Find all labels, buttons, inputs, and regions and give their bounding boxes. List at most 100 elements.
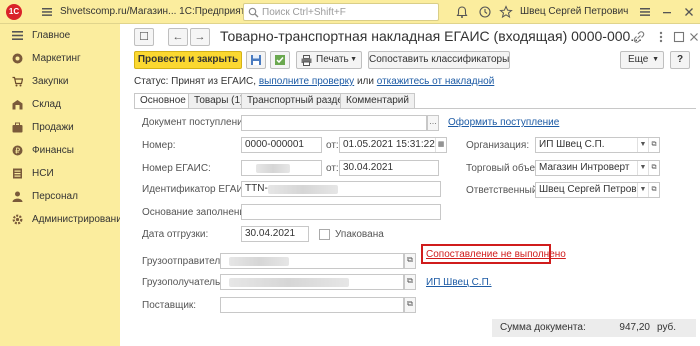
create-receipt-link[interactable]: Оформить поступление [448, 117, 559, 128]
open-supplier-button[interactable]: ⧉ [404, 297, 416, 313]
status-line: Статус: Принят из ЕГАИС, выполните прове… [134, 76, 494, 87]
consignee-field[interactable] [220, 274, 404, 290]
total-value: 947,20 [619, 322, 650, 333]
more-icon[interactable] [654, 30, 668, 44]
marketing-icon [12, 53, 23, 64]
app-title: Shvetscomp.ru/Магазин... 1С:Предприятие [60, 6, 257, 17]
responsible-label: Ответственный [466, 185, 538, 196]
match-not-done-link[interactable]: Сопоставление не выполнено [426, 249, 566, 260]
sidebar-item-finance[interactable]: ₽ Финансы [0, 140, 120, 162]
status-text: Принят из ЕГАИС, [171, 76, 257, 87]
open-icon[interactable]: ⧉ [648, 138, 659, 152]
search-box[interactable] [243, 3, 439, 21]
open-consignee-button[interactable]: ⧉ [404, 274, 416, 290]
egais-number-field[interactable] [241, 160, 322, 176]
number-field[interactable]: 0000-000001 [241, 137, 322, 153]
sidebar-item-label: Персонал [32, 191, 78, 202]
shipper-field[interactable] [220, 253, 404, 269]
org-label: Организация: [466, 140, 530, 151]
close-icon[interactable] [687, 30, 700, 44]
sidebar-item-label: Администрирование [32, 214, 128, 225]
sidebar-item-main[interactable]: Главное [0, 25, 120, 47]
warehouse-icon [12, 100, 23, 110]
sales-icon [12, 122, 23, 133]
close-icon[interactable] [682, 5, 696, 19]
user-name[interactable]: Швец Сергей Петрович [520, 6, 628, 17]
chevron-down-icon[interactable]: ▼ [637, 183, 648, 197]
save-icon [251, 55, 261, 65]
catalog-icon [13, 168, 22, 179]
open-icon[interactable]: ⧉ [648, 183, 659, 197]
search-input[interactable] [262, 6, 432, 18]
sidebar-item-label: Маркетинг [32, 53, 81, 64]
personnel-icon [12, 191, 23, 202]
bell-icon[interactable] [455, 5, 469, 19]
open-shipper-button[interactable]: ⧉ [404, 253, 416, 269]
egais-date-field[interactable]: 30.04.2021 [339, 160, 439, 176]
tab-main[interactable]: Основное [134, 93, 192, 109]
reject-link[interactable]: откажитесь от накладной [377, 76, 495, 87]
tab-comment[interactable]: Комментарий [340, 93, 415, 109]
fill-basis-field[interactable] [241, 204, 441, 220]
forward-button[interactable]: → [190, 28, 210, 46]
ship-date-field[interactable]: 30.04.2021 [241, 226, 309, 242]
open-icon[interactable]: ⧉ [648, 161, 659, 175]
settings-icon[interactable] [638, 5, 652, 19]
calendar-icon[interactable]: ▦ [435, 138, 446, 152]
sidebar-item-warehouse[interactable]: Склад [0, 94, 120, 116]
select-button[interactable]: … [427, 115, 439, 131]
org-field[interactable]: ИП Швец С.П. ▼ ⧉ [535, 137, 660, 153]
sidebar-item-label: Продажи [32, 122, 74, 133]
redacted-value [256, 164, 290, 173]
sidebar-item-catalog[interactable]: НСИ [0, 163, 120, 185]
egais-id-field[interactable]: TTN- [241, 181, 441, 197]
more-button[interactable]: Еще ▼ [620, 51, 664, 69]
chevron-down-icon: ▼ [652, 56, 659, 63]
app-logo[interactable]: 1С [6, 4, 42, 20]
printer-icon [301, 55, 312, 66]
sidebar-item-label: Склад [32, 99, 61, 110]
home-button[interactable]: ☐ [134, 28, 154, 46]
egais-number-label: Номер ЕГАИС: [142, 163, 211, 174]
star-icon[interactable] [499, 5, 513, 19]
maximize-icon[interactable] [672, 30, 686, 44]
trade-object-field[interactable]: Магазин Интроверт ▼ ⧉ [535, 160, 660, 176]
svg-text:₽: ₽ [15, 146, 20, 155]
chevron-down-icon[interactable]: ▼ [637, 161, 648, 175]
receipt-doc-field[interactable] [241, 115, 427, 131]
number-date-field[interactable]: 01.05.2021 15:31:22 ▦ [339, 137, 447, 153]
org-value: ИП Швец С.П. [539, 139, 605, 150]
save-button[interactable] [246, 51, 266, 69]
total-currency: руб. [657, 322, 677, 333]
check-link[interactable]: выполните проверку [259, 76, 354, 87]
help-button[interactable]: ? [670, 51, 690, 69]
responsible-value: Швец Сергей Петрович [539, 184, 648, 195]
sidebar-item-personnel[interactable]: Персонал [0, 186, 120, 208]
sidebar-item-admin[interactable]: Администрирование [0, 209, 127, 231]
consignee-link[interactable]: ИП Швец С.П. [426, 277, 492, 288]
chevron-down-icon[interactable]: ▼ [637, 138, 648, 152]
sidebar-item-purchases[interactable]: Закупки [0, 71, 120, 93]
packed-checkbox[interactable] [319, 229, 330, 240]
sidebar-item-sales[interactable]: Продажи [0, 117, 120, 139]
number-label: Номер: [142, 140, 176, 151]
from-label: от: [326, 163, 339, 174]
post-and-close-button[interactable]: Провести и закрыть [134, 51, 242, 69]
sidebar-item-marketing[interactable]: Маркетинг [0, 48, 120, 70]
menu-icon[interactable] [40, 5, 54, 19]
search-icon [248, 7, 259, 18]
ship-date-label: Дата отгрузки: [142, 229, 209, 240]
print-label: Печать [316, 54, 349, 65]
responsible-field[interactable]: Швец Сергей Петрович ▼ ⧉ [535, 182, 660, 198]
history-icon[interactable] [478, 5, 492, 19]
supplier-field[interactable] [220, 297, 404, 313]
print-button[interactable]: Печать ▼ [296, 51, 362, 69]
match-classifiers-button[interactable]: Сопоставить классификаторы [368, 51, 510, 69]
post-button[interactable] [270, 51, 290, 69]
minimize-icon[interactable] [660, 5, 674, 19]
link-icon[interactable] [632, 30, 646, 44]
trade-object-value: Магазин Интроверт [539, 162, 630, 173]
back-button[interactable]: ← [168, 28, 188, 46]
more-label: Еще [628, 54, 649, 65]
tab-transport[interactable]: Транспортный раздел [241, 93, 355, 109]
